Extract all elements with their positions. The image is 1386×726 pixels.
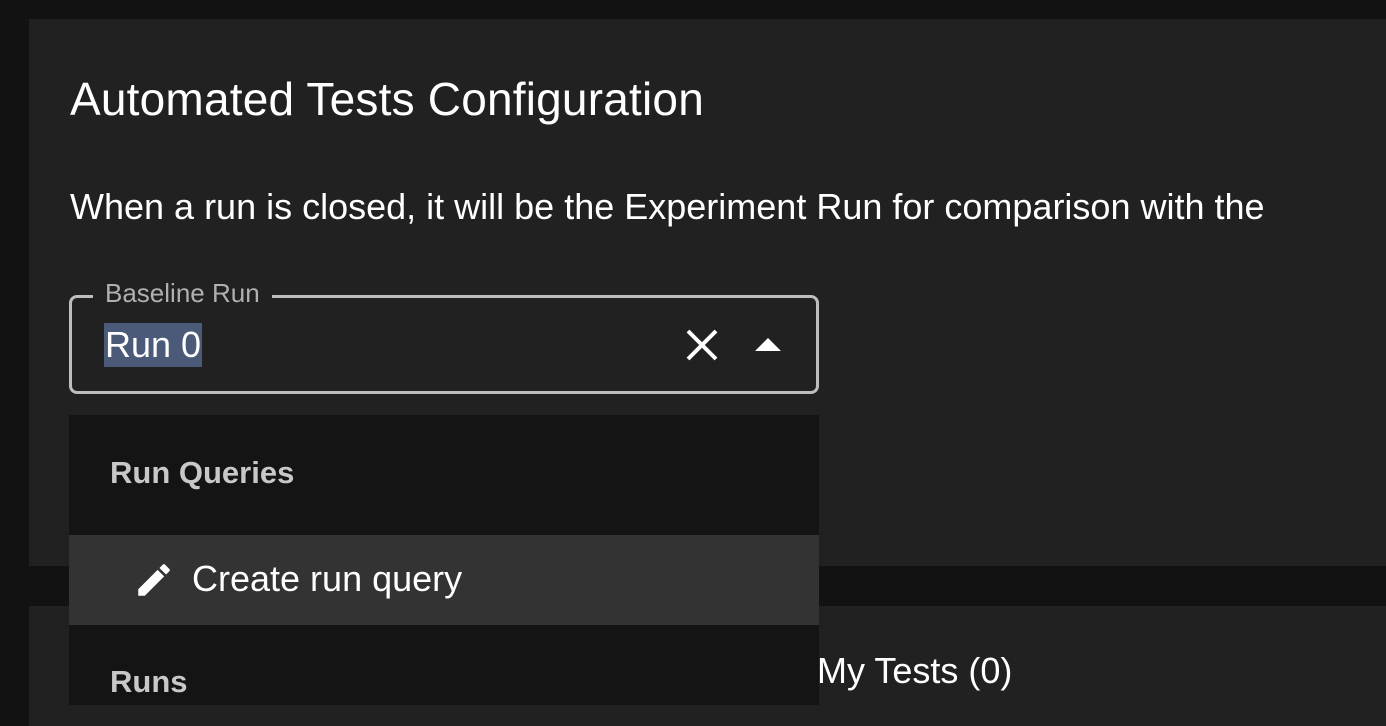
group-header-run-queries: Run Queries <box>110 455 295 490</box>
create-run-query-label: Create run query <box>192 558 463 599</box>
pencil-icon <box>133 559 175 601</box>
page-description: When a run is closed, it will be the Exp… <box>70 186 1265 227</box>
baseline-run-input[interactable]: Run 0 <box>104 323 203 367</box>
page-title: Automated Tests Configuration <box>70 73 704 125</box>
baseline-run-label: Baseline Run <box>93 278 272 309</box>
my-tests-label: My Tests (0) <box>817 650 1013 691</box>
close-icon[interactable] <box>682 325 722 365</box>
arrow-up-icon[interactable] <box>748 325 788 365</box>
group-header-runs: Runs <box>110 664 188 699</box>
